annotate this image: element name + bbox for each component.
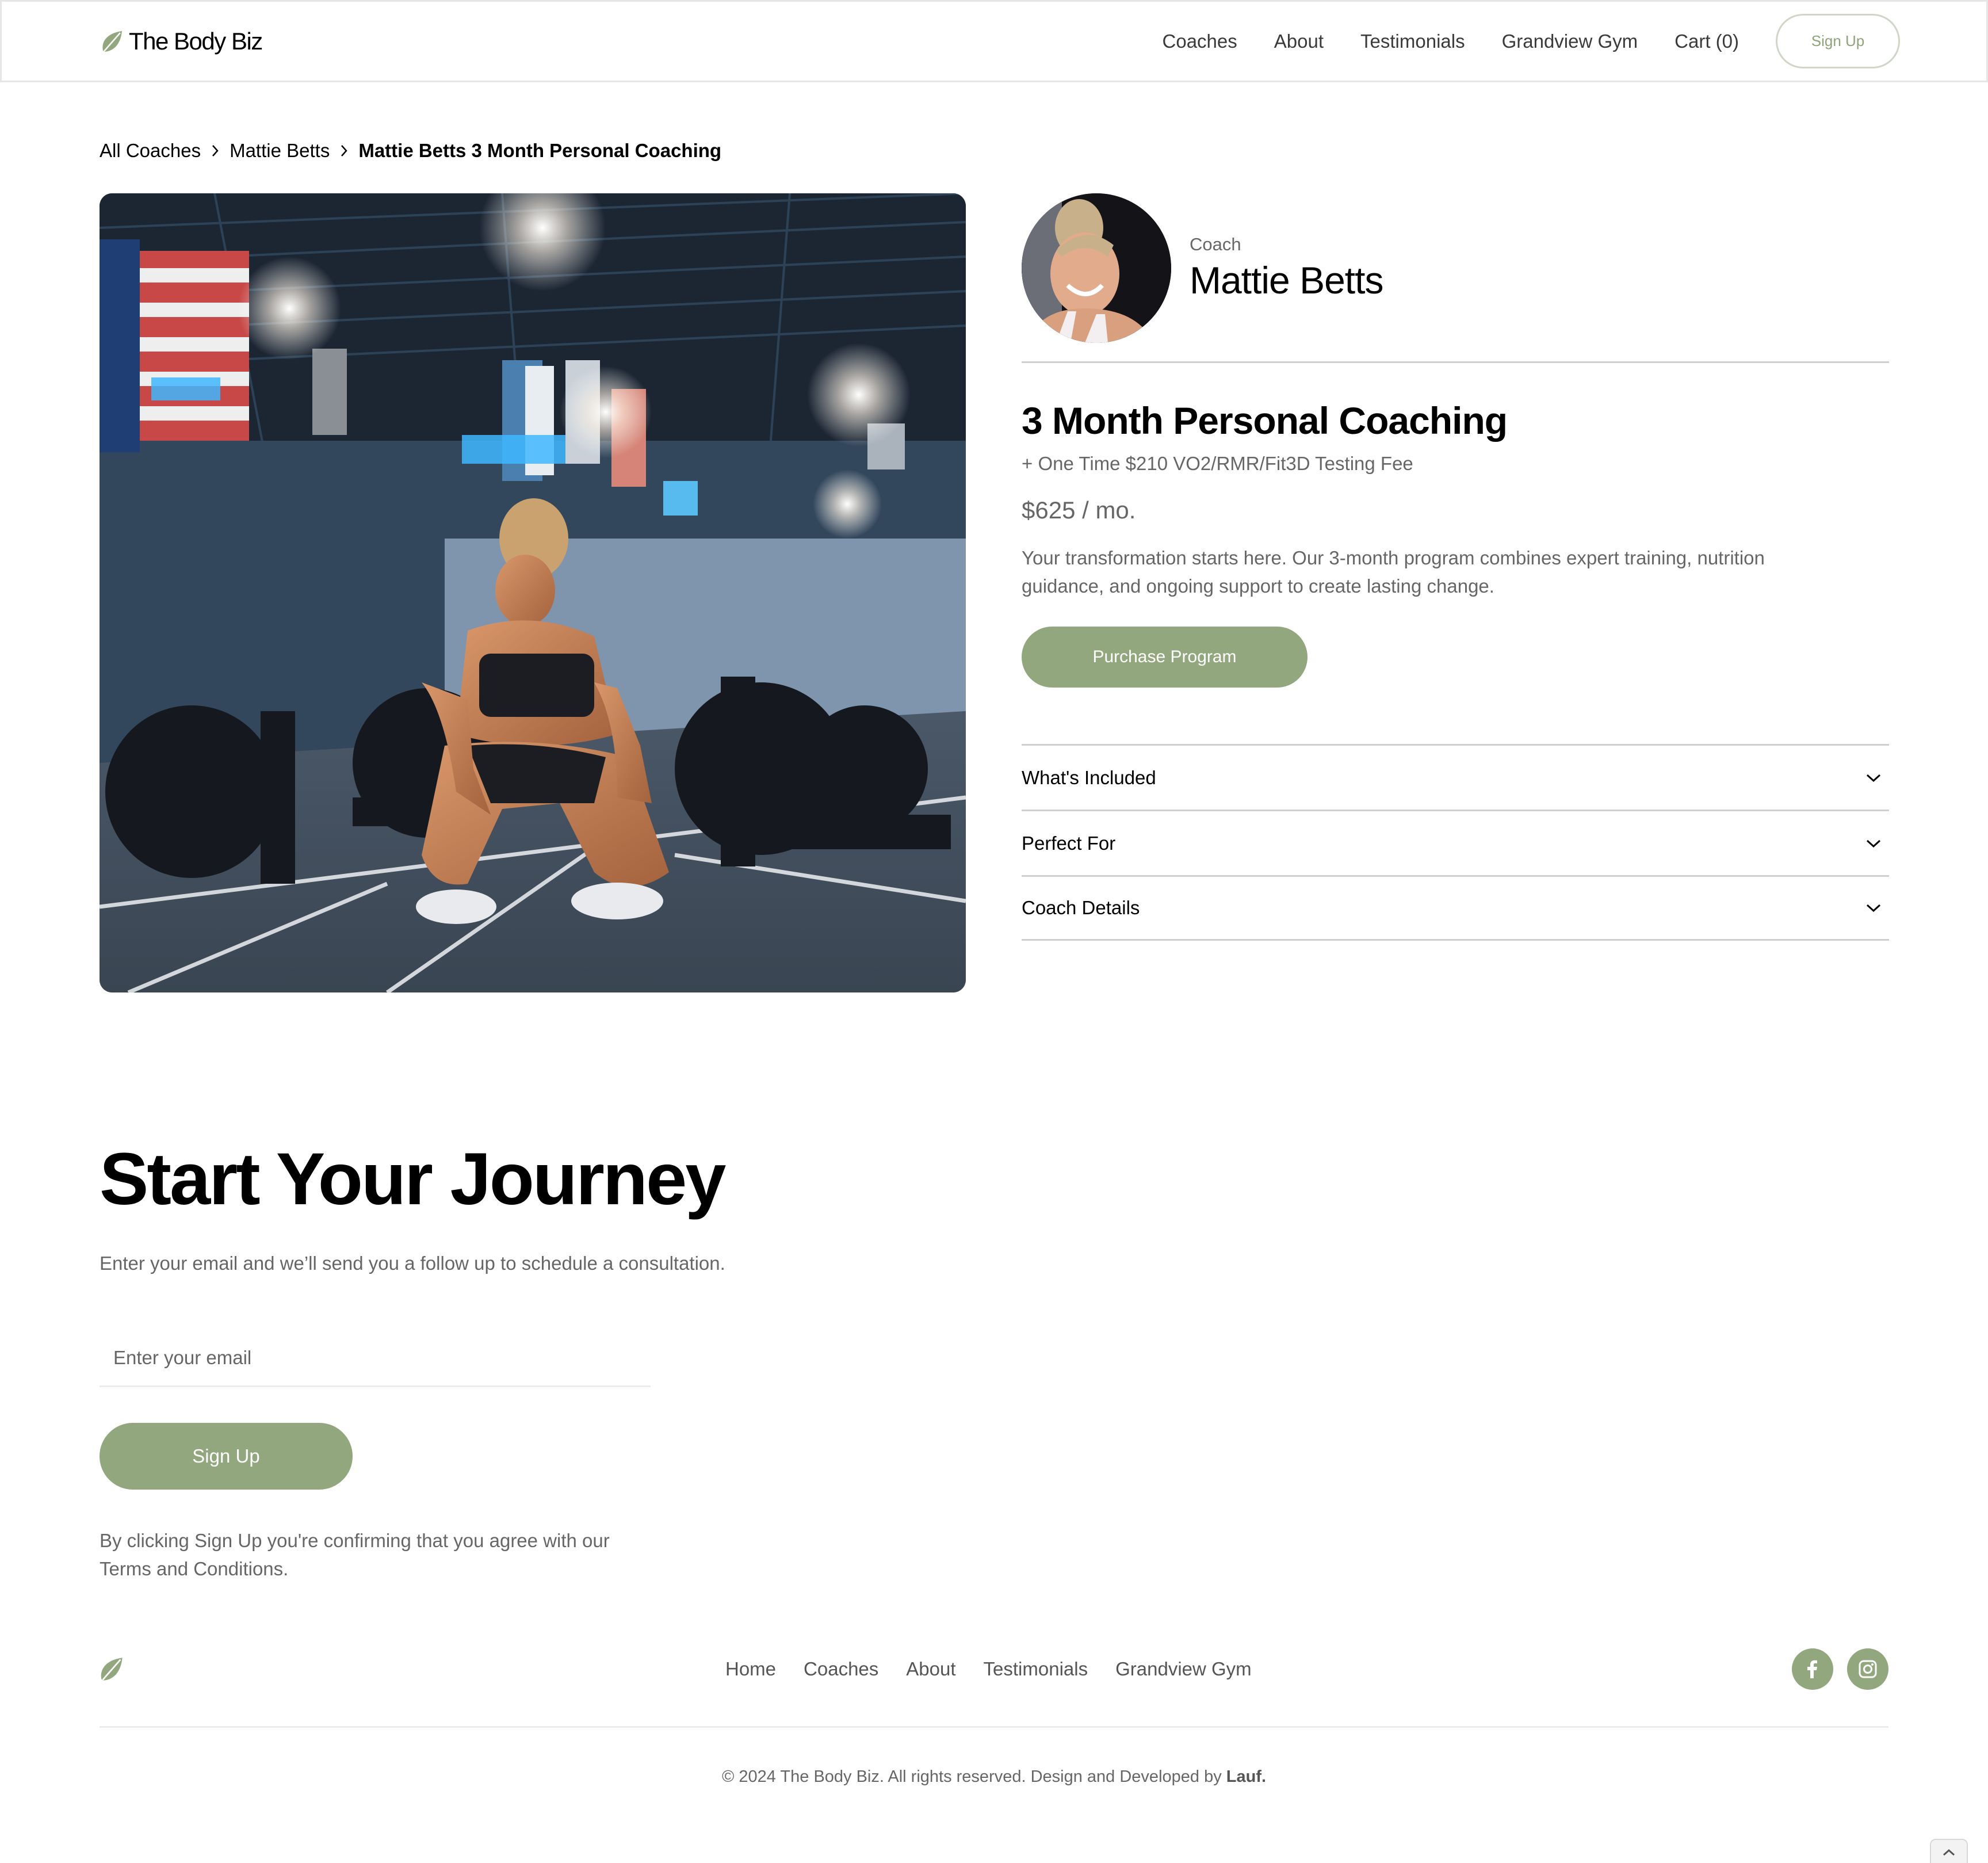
footer-link-grandview-gym[interactable]: Grandview Gym — [1115, 1658, 1252, 1680]
chevron-down-icon — [1866, 904, 1881, 913]
nav-link-about[interactable]: About — [1274, 30, 1324, 52]
breadcrumb: All Coaches Mattie Betts Mattie Betts 3 … — [100, 140, 721, 162]
purchase-program-button[interactable]: Purchase Program — [1022, 627, 1308, 688]
journey-subtitle: Enter your email and we’ll send you a fo… — [100, 1253, 725, 1274]
chevron-down-icon — [1866, 839, 1881, 847]
nav-links: Coaches About Testimonials Grandview Gym… — [1163, 14, 1900, 68]
nav-signup-button[interactable]: Sign Up — [1776, 14, 1900, 68]
social-links — [1792, 1648, 1888, 1690]
journey-title: Start Your Journey — [100, 1138, 726, 1220]
chevron-up-icon — [1943, 1849, 1955, 1856]
program-price: $625 / mo. — [1022, 497, 1136, 524]
program-description: Your transformation starts here. Our 3-m… — [1022, 547, 1765, 597]
instagram-icon — [1859, 1660, 1877, 1678]
footer-link-about[interactable]: About — [906, 1658, 955, 1680]
nav-link-testimonials[interactable]: Testimonials — [1360, 30, 1465, 52]
coach-label: Coach — [1190, 234, 1241, 254]
journey-section: Start Your Journey Enter your email and … — [100, 1136, 726, 1583]
journey-signup-button[interactable]: Sign Up — [100, 1423, 353, 1490]
coach-divider — [1022, 361, 1889, 363]
nav-link-cart[interactable]: Cart (0) — [1674, 30, 1739, 52]
brand-logo[interactable]: The Body Biz — [101, 27, 263, 55]
footer-top: Home Coaches About Testimonials Grandvie… — [100, 1646, 1888, 1693]
breadcrumb-coach[interactable]: Mattie Betts — [230, 140, 330, 162]
terms-notice: By clicking Sign Up you're confirming th… — [100, 1530, 610, 1579]
accordion-whats-included[interactable]: What's Included — [1022, 744, 1889, 810]
accordion-label: Perfect For — [1022, 832, 1116, 854]
developer-credit[interactable]: Lauf. — [1226, 1767, 1266, 1786]
coach-header: Coach Mattie Betts — [1022, 193, 1889, 343]
program-title: 3 Month Personal Coaching — [1022, 399, 1508, 442]
scroll-to-top-button[interactable] — [1930, 1839, 1968, 1863]
coach-meta: Coach Mattie Betts — [1190, 234, 1383, 302]
accordion-coach-details[interactable]: Coach Details — [1022, 875, 1889, 941]
breadcrumb-current: Mattie Betts 3 Month Personal Coaching — [358, 140, 722, 161]
program-fee-note: + One Time $210 VO2/RMR/Fit3D Testing Fe… — [1022, 453, 1413, 474]
instagram-link[interactable] — [1847, 1648, 1888, 1690]
facebook-icon — [1807, 1660, 1817, 1678]
program-accordion: What's Included Perfect For Coach Detail… — [1022, 744, 1889, 941]
chevron-right-icon — [212, 145, 219, 156]
coach-avatar[interactable] — [1022, 193, 1171, 343]
accordion-label: What's Included — [1022, 766, 1156, 788]
accordion-label: Coach Details — [1022, 897, 1140, 918]
leaf-logo-icon — [102, 30, 122, 52]
breadcrumb-all-coaches[interactable]: All Coaches — [100, 140, 201, 162]
accordion-perfect-for[interactable]: Perfect For — [1022, 810, 1889, 875]
nav-link-grandview-gym[interactable]: Grandview Gym — [1502, 30, 1638, 52]
program-panel: Coach Mattie Betts 3 Month Personal Coac… — [1022, 193, 1889, 941]
nav-link-coaches[interactable]: Coaches — [1163, 30, 1237, 52]
program-hero-image — [100, 193, 966, 992]
email-input[interactable] — [100, 1330, 651, 1387]
footer-links: Home Coaches About Testimonials Grandvie… — [725, 1658, 1279, 1680]
footer-link-coaches[interactable]: Coaches — [804, 1658, 878, 1680]
chevron-down-icon — [1866, 774, 1881, 782]
copyright-text: © 2024 The Body Biz. All rights reserved… — [721, 1767, 1226, 1786]
footer-link-testimonials[interactable]: Testimonials — [984, 1658, 1088, 1680]
leaf-logo-icon[interactable] — [100, 1656, 124, 1682]
copyright: © 2024 The Body Biz. All rights reserved… — [0, 1767, 1988, 1786]
coach-name[interactable]: Mattie Betts — [1190, 258, 1383, 302]
chevron-right-icon — [341, 145, 348, 156]
footer-link-home[interactable]: Home — [725, 1658, 776, 1680]
top-navbar: The Body Biz Coaches About Testimonials … — [0, 0, 1988, 82]
brand-name: The Body Biz — [129, 27, 263, 55]
footer-divider — [100, 1726, 1888, 1728]
facebook-link[interactable] — [1792, 1648, 1833, 1690]
